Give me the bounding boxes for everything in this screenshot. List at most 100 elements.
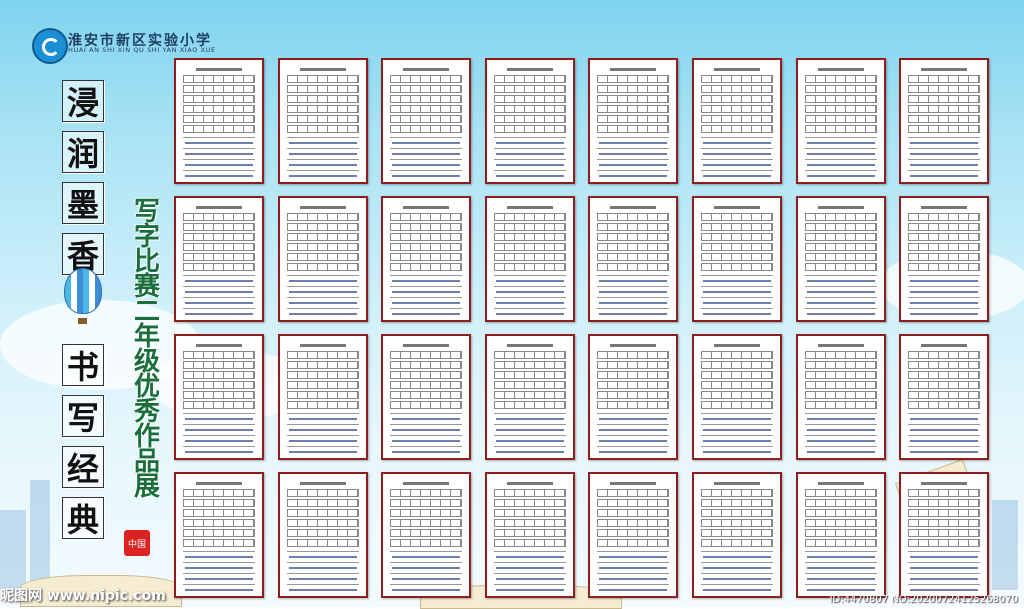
worksheet-page (387, 64, 465, 178)
writing-line (908, 435, 980, 436)
writing-line (390, 170, 462, 171)
calligraphy-work-card[interactable] (278, 58, 368, 184)
calligraphy-work-card[interactable] (796, 196, 886, 322)
character-grid-row (701, 371, 773, 379)
calligraphy-work-card[interactable] (485, 196, 575, 322)
writing-line (390, 435, 462, 436)
character-grid-row (805, 213, 877, 221)
character-grid-row (494, 75, 566, 83)
character-grid-row (908, 243, 980, 251)
calligraphy-work-card[interactable] (588, 334, 678, 460)
handwriting-line (703, 302, 771, 304)
calligraphy-work-card[interactable] (899, 58, 989, 184)
character-grid-row (701, 213, 773, 221)
calligraphy-work-card[interactable] (588, 58, 678, 184)
calligraphy-work-card[interactable] (692, 196, 782, 322)
calligraphy-work-card[interactable] (899, 334, 989, 460)
calligraphy-work-card[interactable] (381, 472, 471, 598)
worksheet-page (594, 202, 672, 316)
calligraphy-work-card[interactable] (796, 58, 886, 184)
writing-line (597, 286, 669, 287)
writing-line (597, 297, 669, 298)
handwriting-line (496, 164, 564, 166)
worksheet-page (284, 202, 362, 316)
character-grid-row (390, 519, 462, 527)
character-grid-row (287, 95, 359, 103)
character-grid-row (183, 213, 255, 221)
calligraphy-work-card[interactable] (278, 196, 368, 322)
character-grid-row (908, 125, 980, 133)
character-grid-row (597, 223, 669, 231)
calligraphy-work-card[interactable] (485, 472, 575, 598)
character-grid-row (183, 263, 255, 271)
calligraphy-work-card[interactable] (485, 334, 575, 460)
character-grid-row (287, 381, 359, 389)
calligraphy-work-card[interactable] (278, 334, 368, 460)
character-grid-row (494, 263, 566, 271)
calligraphy-work-card[interactable] (485, 58, 575, 184)
character-grid-row (597, 539, 669, 547)
character-grid-row (183, 529, 255, 537)
calligraphy-work-card[interactable] (381, 196, 471, 322)
character-grid-row (494, 391, 566, 399)
calligraphy-work-card[interactable] (692, 334, 782, 460)
character-grid-row (908, 371, 980, 379)
worksheet-header (300, 344, 346, 347)
writing-line (494, 562, 566, 563)
writing-line (701, 435, 773, 436)
character-grid-row (597, 263, 669, 271)
writing-line (701, 297, 773, 298)
character-grid-row (183, 223, 255, 231)
calligraphy-work-card[interactable] (174, 472, 264, 598)
writing-line (390, 137, 462, 138)
calligraphy-work-card[interactable] (588, 472, 678, 598)
writing-line (805, 551, 877, 552)
writing-line (494, 446, 566, 447)
calligraphy-work-card[interactable] (588, 196, 678, 322)
handwriting-line (392, 589, 460, 591)
calligraphy-work-card[interactable] (692, 472, 782, 598)
writing-line (908, 159, 980, 160)
handwriting-line (392, 280, 460, 282)
handwriting-line (910, 556, 978, 558)
worksheet-page (594, 64, 672, 178)
calligraphy-work-card[interactable] (381, 58, 471, 184)
handwriting-line (392, 142, 460, 144)
calligraphy-work-card[interactable] (796, 334, 886, 460)
handwriting-line (392, 556, 460, 558)
handwriting-line (910, 280, 978, 282)
worksheet-header (403, 68, 449, 71)
character-grid-row (287, 351, 359, 359)
calligraphy-work-card[interactable] (899, 196, 989, 322)
writing-line (494, 435, 566, 436)
calligraphy-work-card[interactable] (174, 334, 264, 460)
character-grid-row (908, 213, 980, 221)
handwriting-line (910, 313, 978, 315)
character-grid-row (597, 95, 669, 103)
character-grid-row (701, 263, 773, 271)
character-grid-row (494, 509, 566, 517)
subtitle-char: 展 (133, 472, 160, 502)
calligraphy-work-card[interactable] (692, 58, 782, 184)
handwriting-line (185, 153, 253, 155)
title-char: 浸 (62, 80, 104, 122)
handwriting-line (185, 280, 253, 282)
handwriting-line (910, 302, 978, 304)
calligraphy-work-card[interactable] (174, 58, 264, 184)
calligraphy-work-card[interactable] (381, 334, 471, 460)
handwriting-line (703, 153, 771, 155)
worksheet-page (491, 64, 569, 178)
character-grid-row (494, 351, 566, 359)
calligraphy-work-card[interactable] (278, 472, 368, 598)
handwriting-line (703, 164, 771, 166)
calligraphy-work-card[interactable] (174, 196, 264, 322)
character-grid-row (494, 539, 566, 547)
worksheet-page (698, 340, 776, 454)
calligraphy-work-card[interactable] (796, 472, 886, 598)
character-grid-row (287, 85, 359, 93)
china-seal-stamp: 中国 (124, 530, 150, 556)
character-grid-row (805, 233, 877, 241)
character-grid-row (597, 519, 669, 527)
calligraphy-work-card[interactable] (899, 472, 989, 598)
character-grid-row (597, 401, 669, 409)
